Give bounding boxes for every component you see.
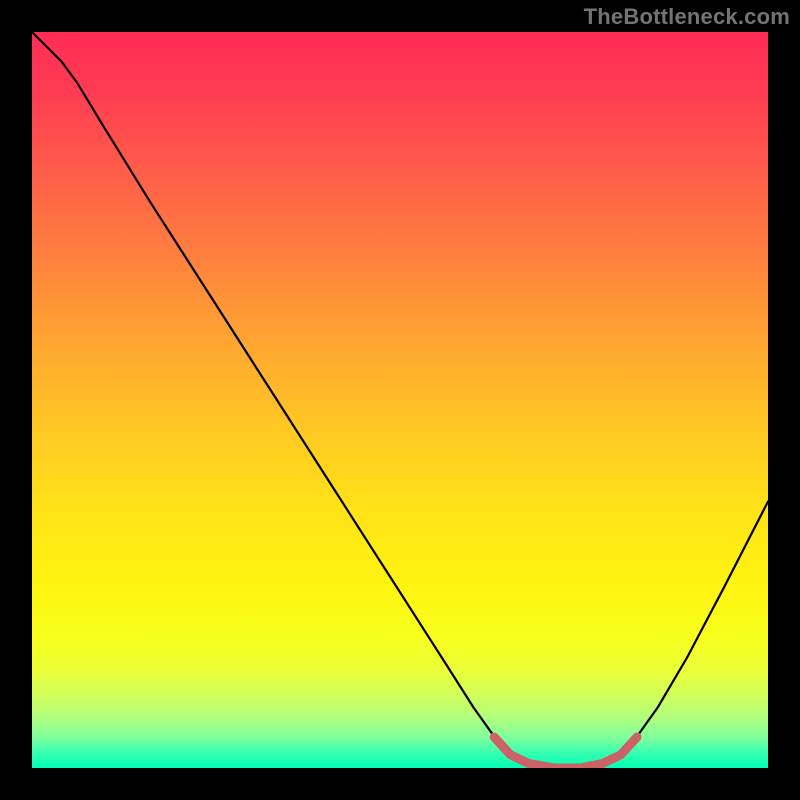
chart-frame: TheBottleneck.com — [0, 0, 800, 800]
watermark-text: TheBottleneck.com — [584, 4, 790, 30]
black-curve — [32, 32, 768, 768]
plot-area — [32, 32, 768, 768]
curve-layer — [32, 32, 768, 768]
red-highlight — [494, 737, 637, 768]
